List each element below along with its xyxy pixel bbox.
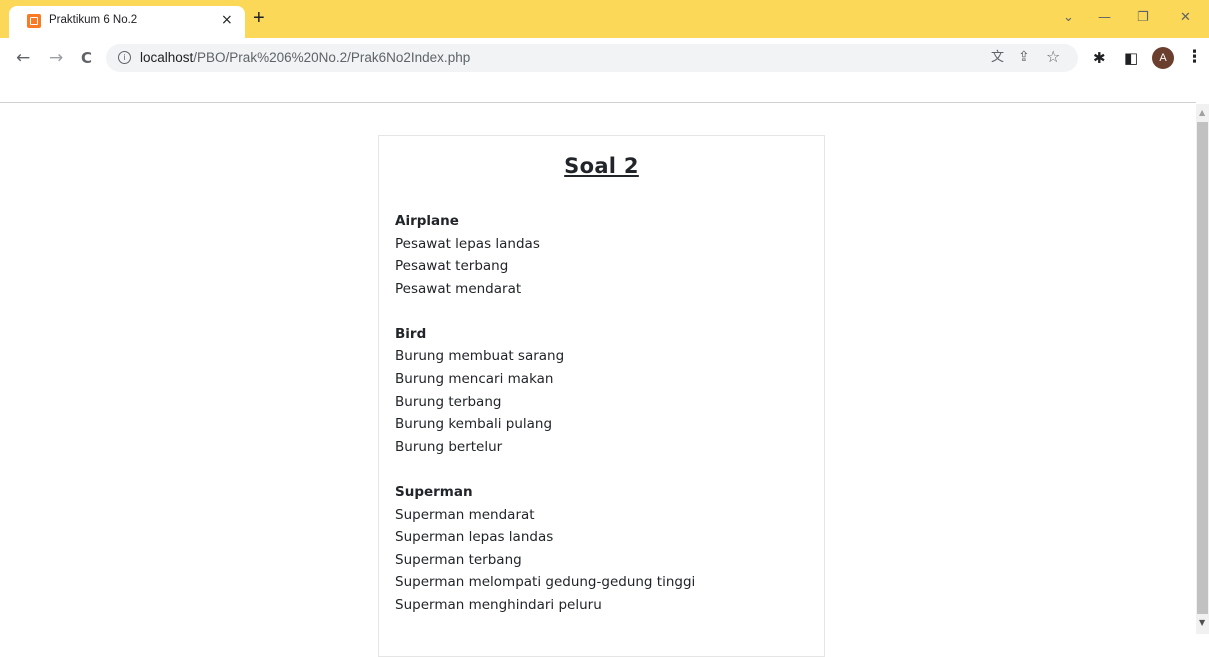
list-item: Burung bertelur <box>395 438 503 455</box>
list-item: Burung mencari makan <box>395 371 554 388</box>
reload-icon[interactable]: C <box>81 48 92 68</box>
close-window-icon[interactable]: ✕ <box>1180 10 1191 26</box>
url-path: /PBO/Prak%206%20No.2/Prak6No2Index.php <box>193 50 471 65</box>
scrollbar-thumb[interactable] <box>1197 122 1208 614</box>
tab-title: Praktikum 6 No.2 <box>49 14 138 26</box>
url-text[interactable]: localhost/PBO/Prak%206%20No.2/Prak6No2In… <box>140 50 470 65</box>
group-bird: Bird Burung membuat sarang Burung mencar… <box>395 323 815 459</box>
address-bar[interactable]: i localhost/PBO/Prak%206%20No.2/Prak6No2… <box>106 44 1078 72</box>
list-item: Superman menghindari peluru <box>395 596 602 613</box>
browser-toolbar: ← → C i localhost/PBO/Prak%206%20No.2/Pr… <box>0 38 1209 78</box>
list-item: Burung kembali pulang <box>395 416 553 433</box>
close-tab-icon[interactable]: × <box>221 11 233 29</box>
scroll-down-icon[interactable]: ▼ <box>1199 618 1205 627</box>
group-airplane: Airplane Pesawat lepas landas Pesawat te… <box>395 210 815 300</box>
back-icon[interactable]: ← <box>16 48 30 68</box>
tab-strip: Praktikum 6 No.2 × + ⌄ — ❐ ✕ <box>0 0 1209 38</box>
list-item: Superman lepas landas <box>395 529 554 546</box>
menu-icon[interactable]: ⋮ <box>1186 47 1203 67</box>
list-item: Superman terbang <box>395 551 522 568</box>
translate-icon[interactable]: 文 <box>991 48 1004 68</box>
tab-search-icon[interactable]: ⌄ <box>1063 10 1074 26</box>
list-item: Burung terbang <box>395 393 502 410</box>
side-panel-icon[interactable]: ◧ <box>1124 48 1138 68</box>
share-icon[interactable]: ⇪ <box>1018 47 1030 67</box>
page-title: Soal 2 <box>564 154 639 178</box>
group-title: Superman <box>395 483 473 500</box>
site-info-icon[interactable]: i <box>118 51 131 64</box>
minimize-icon[interactable]: — <box>1098 10 1111 26</box>
new-tab-button[interactable]: + <box>253 8 265 28</box>
scroll-up-icon[interactable]: ▲ <box>1199 108 1205 117</box>
extensions-icon[interactable]: ✱ <box>1093 48 1106 68</box>
avatar[interactable]: A <box>1152 47 1174 69</box>
list-item: Pesawat mendarat <box>395 280 522 297</box>
forward-icon[interactable]: → <box>49 48 63 68</box>
bookmark-star-icon[interactable]: ☆ <box>1046 47 1060 67</box>
group-superman: Superman Superman mendarat Superman lepa… <box>395 481 815 617</box>
divider <box>0 102 1196 103</box>
group-title: Bird <box>395 325 427 342</box>
url-host: localhost <box>140 50 194 65</box>
content-card: Soal 2 Airplane Pesawat lepas landas Pes… <box>378 135 825 657</box>
xampp-icon <box>27 14 41 28</box>
list-item: Superman melompati gedung-gedung tinggi <box>395 574 696 591</box>
list-item: Pesawat lepas landas <box>395 235 540 252</box>
restore-icon[interactable]: ❐ <box>1137 10 1149 26</box>
page-viewport: Soal 2 Airplane Pesawat lepas landas Pes… <box>0 78 1209 657</box>
list-item: Pesawat terbang <box>395 258 509 275</box>
group-title: Airplane <box>395 213 459 229</box>
browser-tab[interactable]: Praktikum 6 No.2 × <box>9 6 245 38</box>
list-item: Burung membuat sarang <box>395 348 565 365</box>
group-list: Airplane Pesawat lepas landas Pesawat te… <box>395 210 815 639</box>
list-item: Superman mendarat <box>395 506 535 523</box>
